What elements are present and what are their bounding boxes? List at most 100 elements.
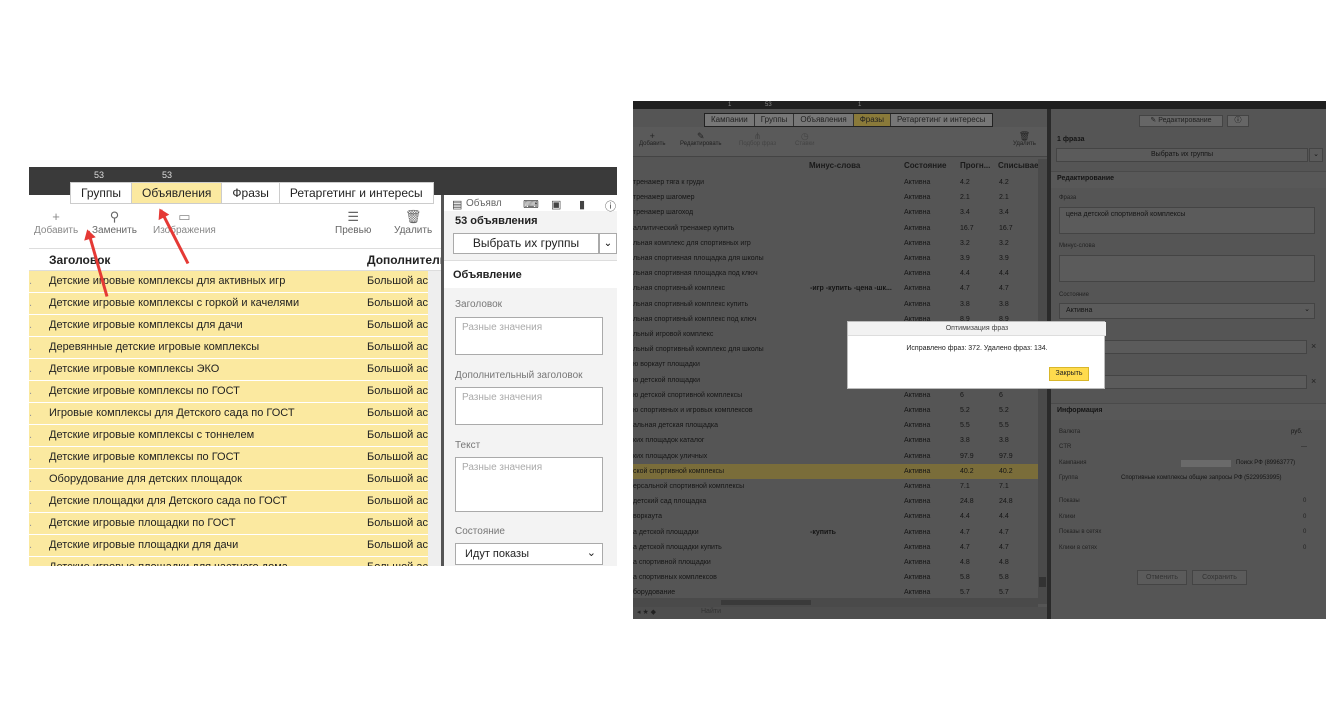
table-row[interactable]: . Детские игровые комплексы по ГОСТ Большо… xyxy=(29,447,441,469)
keyboard-icon[interactable]: ⌨ xyxy=(523,198,539,211)
tab-ads[interactable]: Объявления xyxy=(794,114,854,126)
table-row[interactable]: аллитический тренажер купить Активна 16.7 1… xyxy=(633,221,1038,236)
table-row[interactable]: . Деревянные детские игровые комплексы Бол… xyxy=(29,337,441,359)
info-icon[interactable]: ⓘ xyxy=(605,198,616,214)
table-row[interactable]: тренажер тяга к груди Активна 4.2 4.2 xyxy=(633,175,1038,190)
tab-phrases[interactable]: Фразы xyxy=(222,183,280,203)
select-groups-button[interactable]: Выбрать их группы xyxy=(1056,148,1308,162)
spend: 4.2 xyxy=(999,179,1009,186)
table-row[interactable]: ской спортивной комплексы Активна 40.2 40.2 xyxy=(633,463,1038,479)
add-button[interactable]: + Добавить xyxy=(639,131,666,147)
phrase-field[interactable]: цена детской спортивной комплексы xyxy=(1059,207,1315,234)
table-row[interactable]: льная спортивная площадка для школы Актив… xyxy=(633,251,1038,266)
table-row[interactable]: льная комплекс для спортивных игр Активна… xyxy=(633,236,1038,251)
table-row[interactable]: . Детские игровые комплексы для активных … xyxy=(29,271,441,293)
table-row[interactable]: ю детской спортивной комплексы Активна 6 6 xyxy=(633,388,1038,403)
preview-button[interactable]: ☰ Превью xyxy=(335,209,371,236)
tab-ads[interactable]: Объявления xyxy=(131,183,223,203)
table-row[interactable]: а спортивной площадки Активна 4.8 4.8 xyxy=(633,555,1038,570)
info-icon[interactable]: ⓘ xyxy=(1227,115,1249,127)
table-row[interactable]: . Оборудование для детских площадок Большо… xyxy=(29,469,441,491)
tab-groups[interactable]: Группы xyxy=(71,183,132,203)
state-select[interactable]: Активна ⌄ xyxy=(1059,303,1315,319)
video-icon[interactable]: ▮ xyxy=(579,198,585,211)
table-row[interactable]: детский сад площадка Активна 24.8 24.8 xyxy=(633,494,1038,509)
horizontal-scrollbar[interactable] xyxy=(633,598,1038,607)
table-row[interactable]: . Детские игровые площадки для дачи Большо… xyxy=(29,535,441,557)
col-minus[interactable]: Минус-слова xyxy=(809,161,860,170)
chevron-down-icon[interactable]: ⌄ xyxy=(1309,148,1323,162)
table-row[interactable]: льная спортивная площадка под ключ Активн… xyxy=(633,266,1038,281)
phrase: ю детской площадки xyxy=(633,376,701,384)
table-row[interactable]: а спортивных комплексов Активна 5.8 5.8 xyxy=(633,570,1038,585)
table-row[interactable]: . Детские игровые комплексы с горкой и ка… xyxy=(29,293,441,315)
save-button[interactable]: Сохранить xyxy=(1192,570,1247,585)
state: Активна xyxy=(904,513,931,521)
table-row[interactable]: . Детские игровые площадки для частного д… xyxy=(29,557,441,566)
ad-extra-title: Большой асс xyxy=(367,385,434,397)
table-row[interactable]: ерсальной спортивной комплексы Активна 7.1… xyxy=(633,479,1038,494)
replace-button[interactable]: ⚲ Заменить xyxy=(92,209,137,236)
extra-title-field[interactable]: Разные значения xyxy=(455,387,603,425)
scrollbar[interactable] xyxy=(428,271,441,566)
edit-button[interactable]: ✎ Редактировать xyxy=(680,131,721,147)
plus-icon: + xyxy=(52,209,60,224)
table-row[interactable]: тренажер шагомер Активна 2.1 2.1 xyxy=(633,190,1038,205)
spend: 2.1 xyxy=(999,194,1009,202)
tab-retargeting[interactable]: Ретаргетинг и интересы xyxy=(891,114,992,126)
tab-groups[interactable]: Группы xyxy=(754,114,795,126)
delete-button[interactable]: 🗑 Удалить xyxy=(394,209,432,236)
table-row[interactable]: ких площадок уличных Активна 97.9 97.9 xyxy=(633,449,1038,464)
table-row[interactable]: . Детские игровые комплексы для дачи Больш… xyxy=(29,315,441,337)
table-row[interactable]: ких площадок каталог Активна 3.8 3.8 xyxy=(633,433,1038,448)
cancel-button[interactable]: Отменить xyxy=(1137,570,1187,585)
table-row[interactable]: льная спортивный комплекс купить Активна 3… xyxy=(633,297,1038,312)
title-field[interactable]: Разные значения xyxy=(455,317,603,355)
minus-field[interactable] xyxy=(1059,255,1315,282)
bids-button[interactable]: ◷ Ставки xyxy=(795,131,815,147)
table-row[interactable]: ю спортивных и игровых комплексов Активна… xyxy=(633,403,1038,418)
tab-phrases[interactable]: Фразы xyxy=(853,114,891,126)
col-title[interactable]: Заголовок xyxy=(49,253,110,267)
table-row[interactable]: альная детская площадка Активна 5.5 5.5 xyxy=(633,418,1038,433)
chevron-down-icon[interactable]: ⌄ xyxy=(599,233,617,254)
add-button[interactable]: + Добавить xyxy=(34,209,78,236)
trash-icon: 🗑 xyxy=(1018,131,1031,141)
phrase: тренажер шагоход xyxy=(633,209,694,217)
row-marker: . xyxy=(29,297,33,309)
table-row[interactable]: . Детские игровые комплексы по ГОСТ Большо… xyxy=(29,381,441,403)
panel-tab-ad[interactable]: Объявл xyxy=(466,198,502,209)
preview-icon: ☰ xyxy=(347,209,359,224)
tab-campaigns[interactable]: Кампании xyxy=(705,114,755,126)
table-row[interactable]: . Детские игровые комплексы с тоннелем Бол… xyxy=(29,425,441,447)
table-row[interactable]: воркаута Активна 4.4 4.4 xyxy=(633,509,1038,524)
ad-extra-title: Большой асс xyxy=(367,275,434,287)
close-button[interactable]: Закрыть xyxy=(1049,367,1089,381)
clear-icon[interactable]: × xyxy=(1311,376,1316,386)
clear-icon[interactable]: × xyxy=(1311,341,1316,351)
find-input[interactable]: Найти xyxy=(701,608,721,615)
table-row[interactable]: а детской площадки -купить Активна 4.7 4.7 xyxy=(633,525,1038,540)
forecast: 7.1 xyxy=(960,483,970,490)
spend: 4.4 xyxy=(999,513,1009,521)
image-icon[interactable]: ▣ xyxy=(551,198,561,211)
text-field[interactable]: Разные значения xyxy=(455,457,603,512)
col-state[interactable]: Состояние xyxy=(904,161,946,170)
delete-button[interactable]: 🗑 Удалить xyxy=(1013,131,1036,147)
ad-title: Детские игровые площадки для дачи xyxy=(49,539,239,551)
table-row[interactable]: . Детские площадки для Детского сада по Г… xyxy=(29,491,441,513)
nav-icons[interactable]: ◂ ★ ◆ xyxy=(637,608,656,616)
edit-tab[interactable]: ✎ Редактирование xyxy=(1139,115,1223,127)
table-row[interactable]: льная спортивный комплекс -игр -купить -ц… xyxy=(633,281,1038,296)
select-groups-button[interactable]: Выбрать их группы xyxy=(453,233,599,254)
table-row[interactable]: тренажер шагоход Активна 3.4 3.4 xyxy=(633,205,1038,220)
table-row[interactable]: . Игровые комплексы для Детского сада по … xyxy=(29,403,441,425)
state-select[interactable]: Идут показы ⌄ xyxy=(455,543,603,565)
col-forecast[interactable]: Прогн... xyxy=(960,161,990,170)
phrase-pick-button[interactable]: ⋔ Подбор фраз xyxy=(739,131,776,147)
table-row[interactable]: . Детские игровые комплексы ЭКО Большой ас… xyxy=(29,359,441,381)
tab-retargeting[interactable]: Ретаргетинг и интересы xyxy=(280,183,433,203)
table-row[interactable]: . Детские игровые площадки по ГОСТ Большой… xyxy=(29,513,441,535)
table-row[interactable]: а детской площадки купить Активна 4.7 4.7 xyxy=(633,540,1038,555)
forecast: 3.4 xyxy=(960,209,970,217)
